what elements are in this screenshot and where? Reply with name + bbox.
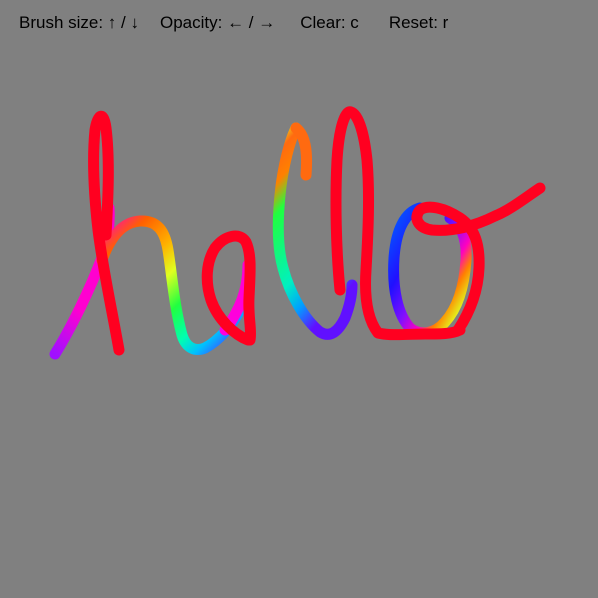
drawing-canvas[interactable] [0,0,598,598]
stroke-e-red [201,230,257,346]
stroke-l1-top [290,122,313,181]
paint-app: Brush size: ↑ / ↓ Opacity: ← / → Clear: … [0,0,598,598]
stroke-layer [49,106,546,360]
stroke-o-red [411,182,546,336]
